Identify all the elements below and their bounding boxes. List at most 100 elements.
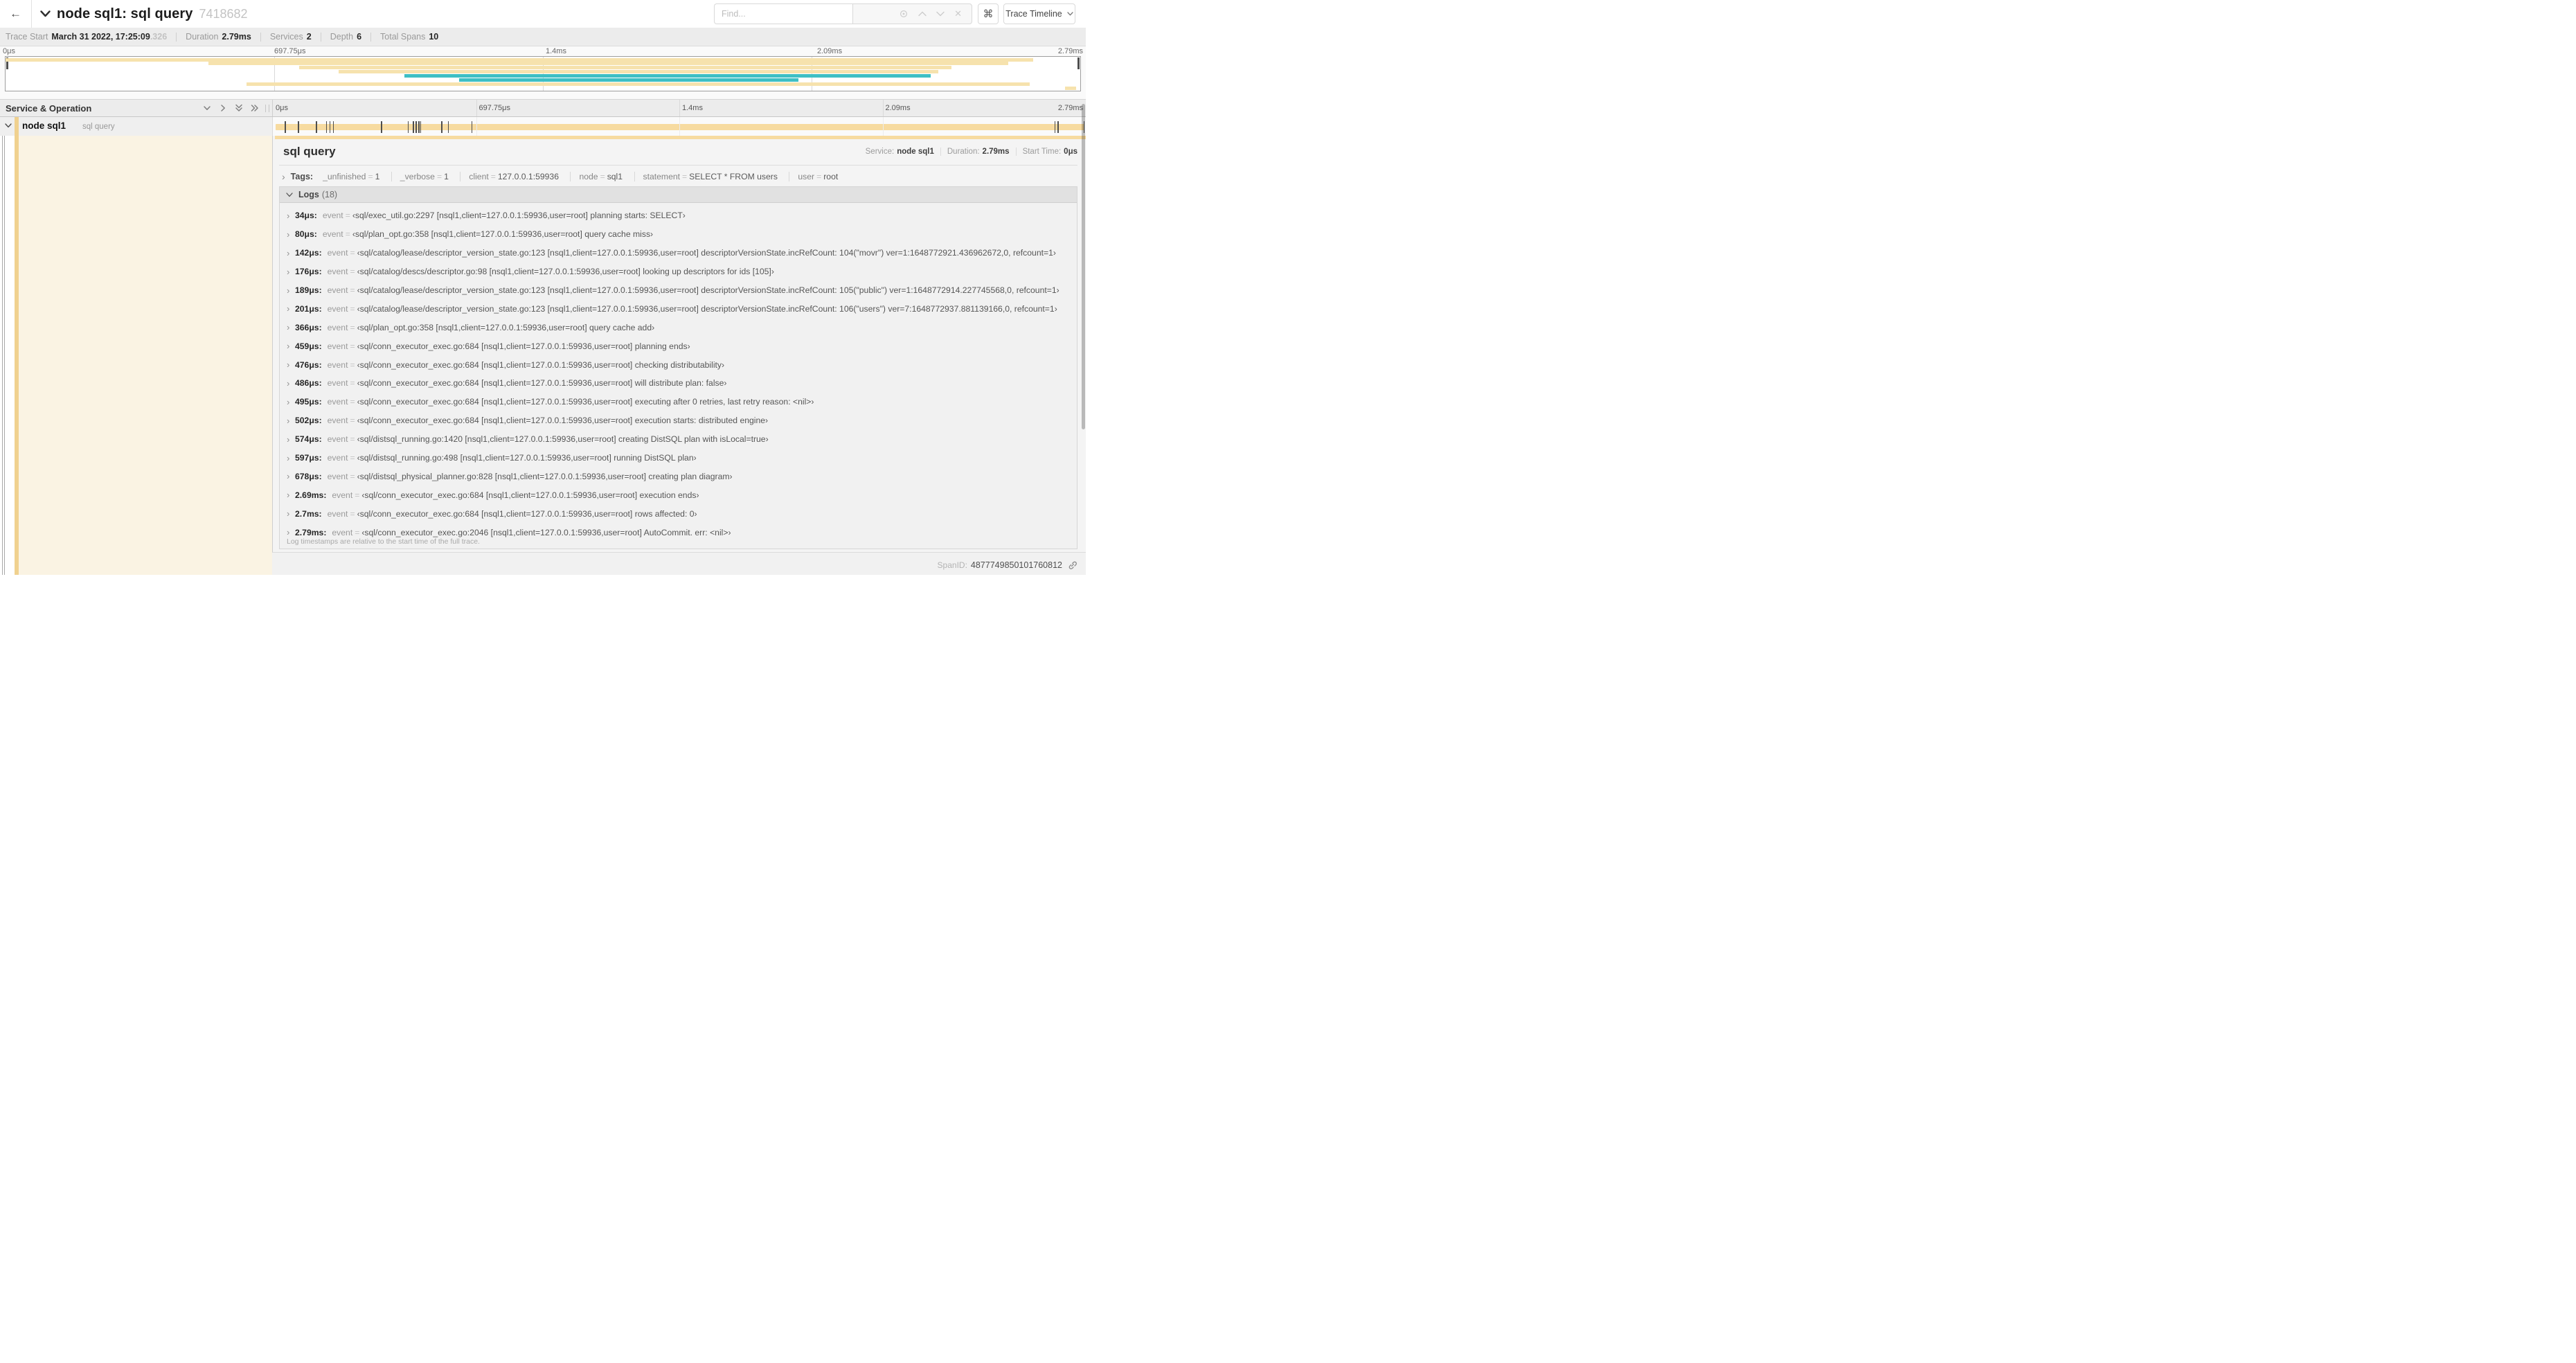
- log-field-value: ‹sql/plan_opt.go:358 [nsql1,client=127.0…: [357, 322, 655, 332]
- back-arrow-icon: ←: [10, 7, 21, 20]
- column-resize-grip[interactable]: [265, 105, 269, 112]
- log-field-value: ‹sql/distsql_running.go:498 [nsql1,clien…: [357, 453, 697, 463]
- ruler-tick-label: 2.09ms: [885, 104, 911, 112]
- top-bar: ← node sql1: sql query 7418682 Find... ✕…: [0, 0, 1086, 28]
- log-timestamp: 486μs:: [295, 378, 322, 389]
- span-detail-accent-bar: [275, 136, 1086, 139]
- page-title: node sql1: sql query: [57, 6, 193, 21]
- tag-item: client = 127.0.0.1:59936: [460, 171, 559, 181]
- span-duration-bar[interactable]: [276, 123, 1084, 130]
- operation-name: sql query: [82, 123, 115, 131]
- log-entry-row[interactable]: › 486μs: event = ‹sql/conn_executor_exec.go:…: [280, 374, 1077, 393]
- trace-view-selector[interactable]: Trace Timeline: [1003, 3, 1075, 24]
- tag-value: root: [823, 171, 839, 181]
- logs-list: › 34μs: event = ‹sql/exec_util.go:2297 [nsql…: [280, 203, 1077, 542]
- log-entry-row[interactable]: › 459μs: event = ‹sql/conn_executor_exec.go:…: [280, 337, 1077, 355]
- collapse-one-chevron-down-icon[interactable]: [202, 103, 212, 113]
- depth-value: 6: [357, 32, 362, 42]
- log-timestamp: 80μs:: [295, 229, 317, 240]
- service-color-stripe: [15, 117, 19, 136]
- minimap-right-scrubber-handle[interactable]: [1077, 57, 1080, 69]
- equals-sign: =: [350, 453, 355, 463]
- trace-title-row: node sql1: sql query 7418682: [40, 0, 248, 28]
- log-entry-row[interactable]: › 476μs: event = ‹sql/conn_executor_exec.go:…: [280, 355, 1077, 374]
- tags-row[interactable]: › Tags: _unfinished = 1 _verbose = 1 client =…: [282, 170, 1077, 182]
- logs-header[interactable]: Logs (18): [280, 187, 1077, 203]
- log-field-key: event: [327, 471, 348, 481]
- log-field-value: ‹sql/plan_opt.go:358 [nsql1,client=127.0…: [352, 229, 654, 240]
- log-entry-row[interactable]: › 597μs: event = ‹sql/distsql_running.go:498…: [280, 449, 1077, 467]
- minimap-tick-labels: 0μs 697.75μs 1.4ms 2.09ms 2.79ms: [0, 46, 1086, 56]
- gridline: [882, 117, 884, 136]
- separator: [370, 32, 372, 42]
- services-value: 2: [306, 32, 312, 42]
- trace-view-selector-label: Trace Timeline: [1005, 9, 1062, 19]
- tag-item: statement = SELECT * FROM users: [634, 171, 778, 181]
- chevron-right-icon: ›: [287, 434, 290, 445]
- minimap-span-bar: [208, 62, 1008, 66]
- trace-start-fraction: .326: [150, 32, 168, 42]
- timeline-ruler: 0μs 697.75μs 1.4ms 2.09ms 2.79ms: [272, 100, 1086, 116]
- log-field-key: event: [327, 285, 348, 295]
- equals-sign: =: [345, 229, 350, 240]
- log-entry-row[interactable]: › 366μs: event = ‹sql/plan_opt.go:358 [nsql1…: [280, 318, 1077, 337]
- keyboard-shortcuts-button[interactable]: ⌘: [978, 3, 999, 24]
- log-field-value: ‹sql/conn_executor_exec.go:684 [nsql1,cl…: [357, 416, 769, 426]
- log-entry-row[interactable]: › 142μs: event = ‹sql/catalog/lease/descript…: [280, 244, 1077, 262]
- tag-value: 1: [444, 171, 449, 181]
- separator: [260, 32, 261, 42]
- minimap-canvas[interactable]: [5, 56, 1081, 91]
- equals-sign: =: [350, 341, 355, 351]
- find-prev-chevron-up-icon[interactable]: [918, 11, 927, 17]
- back-button[interactable]: ←: [0, 0, 32, 28]
- tag-value: SELECT * FROM users: [689, 171, 778, 181]
- minimap-span-bar: [246, 82, 1030, 86]
- log-entry-row[interactable]: › 678μs: event = ‹sql/distsql_physical_plann…: [280, 467, 1077, 485]
- logs-label: Logs: [298, 190, 319, 199]
- log-entry-row[interactable]: › 80μs: event = ‹sql/plan_opt.go:358 [nsql1,…: [280, 225, 1077, 244]
- log-entry-row[interactable]: › 574μs: event = ‹sql/distsql_running.go:142…: [280, 430, 1077, 449]
- span-name-cell[interactable]: node sql1 sql query: [0, 117, 272, 136]
- chevron-right-icon: ›: [287, 285, 290, 296]
- service-label: Service:: [865, 148, 895, 156]
- log-field-key: event: [327, 303, 348, 314]
- equals-sign: =: [345, 211, 350, 221]
- minimap-span-bar: [298, 66, 951, 70]
- log-entry-row[interactable]: › 189μs: event = ‹sql/catalog/lease/descript…: [280, 281, 1077, 300]
- tag-value: sql1: [607, 171, 623, 181]
- equals-sign: =: [350, 434, 355, 445]
- span-log-tick-marker: [408, 121, 409, 133]
- find-input[interactable]: [714, 3, 852, 24]
- chevron-right-icon: ›: [287, 527, 290, 538]
- collapse-children-chevron-down-icon[interactable]: [5, 123, 12, 128]
- indent-guide: [1, 136, 3, 575]
- locate-span-icon[interactable]: [899, 9, 909, 19]
- chevron-right-icon: ›: [287, 508, 290, 519]
- clear-find-close-icon[interactable]: ✕: [954, 8, 962, 19]
- log-entry-row[interactable]: › 2.69ms: event = ‹sql/conn_executor_exec.go…: [280, 485, 1077, 504]
- tag-item: _verbose = 1: [391, 171, 449, 181]
- log-entry-row[interactable]: › 502μs: event = ‹sql/conn_executor_exec.go:…: [280, 411, 1077, 430]
- log-entry-row[interactable]: › 34μs: event = ‹sql/exec_util.go:2297 [nsql…: [280, 206, 1077, 225]
- collapse-all-double-chevron-down-icon[interactable]: [234, 103, 244, 113]
- expand-all-double-chevron-right-icon[interactable]: [250, 103, 260, 113]
- log-entry-row[interactable]: › 2.7ms: event = ‹sql/conn_executor_exec.go:…: [280, 504, 1077, 523]
- expand-one-chevron-right-icon[interactable]: [218, 103, 228, 113]
- find-next-chevron-down-icon[interactable]: [936, 11, 945, 17]
- log-entry-row[interactable]: › 176μs: event = ‹sql/catalog/descs/descript…: [280, 262, 1077, 281]
- copy-link-icon[interactable]: [1068, 560, 1077, 570]
- span-detail-title: sql query: [283, 145, 336, 158]
- jaeger-trace-view: ← node sql1: sql query 7418682 Find... ✕…: [0, 0, 1086, 575]
- tag-value: 127.0.0.1:59936: [497, 171, 559, 181]
- collapse-trace-chevron-down-icon[interactable]: [40, 10, 51, 17]
- log-entry-row[interactable]: › 201μs: event = ‹sql/catalog/lease/descript…: [280, 299, 1077, 318]
- log-timestamp: 2.69ms:: [295, 490, 327, 500]
- span-log-tick-marker: [381, 121, 382, 133]
- minimap-span-bar: [404, 74, 931, 78]
- equals-sign: =: [350, 508, 355, 519]
- log-field-value: ‹sql/conn_executor_exec.go:684 [nsql1,cl…: [357, 397, 814, 407]
- trace-start-label: Trace Start: [6, 32, 48, 42]
- equals-sign: =: [355, 490, 360, 500]
- vertical-scrollbar[interactable]: [1082, 104, 1085, 429]
- log-entry-row[interactable]: › 495μs: event = ‹sql/conn_executor_exec.go:…: [280, 393, 1077, 411]
